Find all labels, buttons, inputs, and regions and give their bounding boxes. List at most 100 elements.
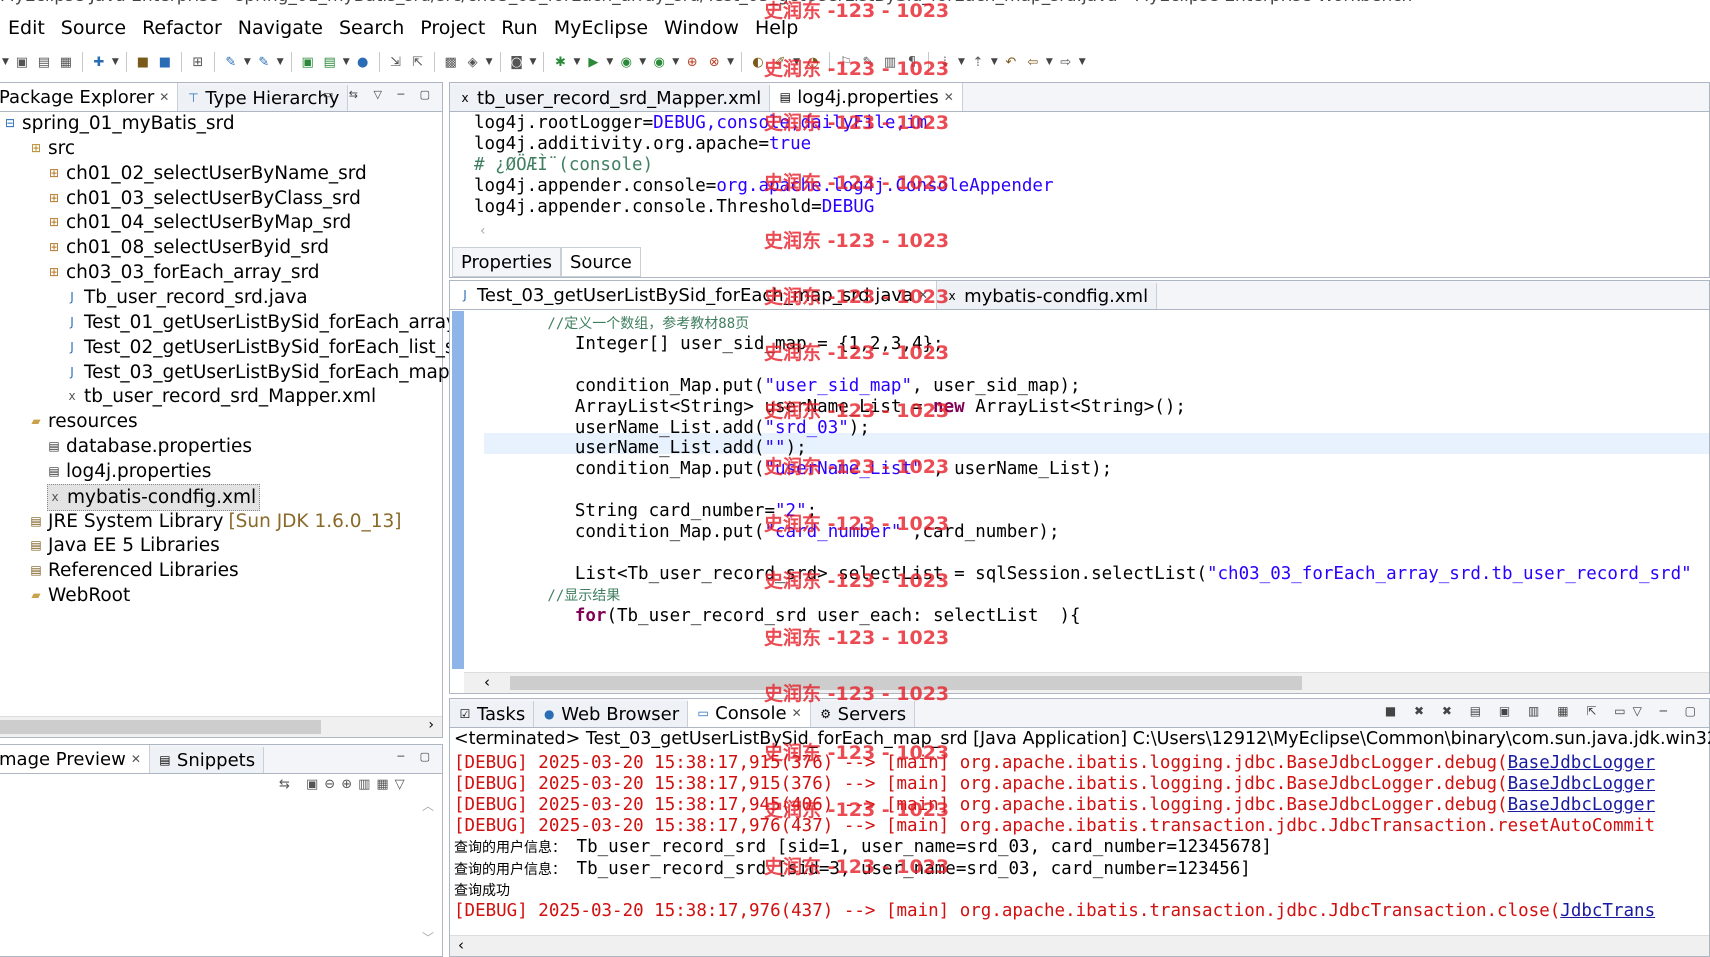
- next-annotation-icon[interactable]: ⇣: [936, 53, 954, 71]
- source-link[interactable]: BaseJdbcLogger: [1508, 774, 1656, 794]
- dropdown-arrow-icon[interactable]: ▼: [991, 57, 998, 67]
- tree-item[interactable]: ▤ JRE System Library [Sun JDK 1.6.0_13]: [29, 509, 401, 534]
- close-icon[interactable]: ✕: [792, 706, 802, 720]
- profile-icon[interactable]: ⊗: [705, 53, 723, 71]
- dropdown-arrow-icon[interactable]: ▼: [573, 57, 580, 67]
- scrollbar-thumb[interactable]: [510, 676, 1302, 690]
- tab-source[interactable]: Source: [560, 247, 641, 277]
- image-icon[interactable]: ▩: [442, 53, 460, 71]
- block-select-icon[interactable]: ▥: [881, 53, 899, 71]
- tab-log4j-properties[interactable]: ▤ log4j.properties ✕: [770, 83, 963, 111]
- scroll-right-icon[interactable]: ›: [428, 717, 434, 733]
- tree-item[interactable]: ▰ resources: [29, 409, 137, 434]
- tree-item[interactable]: x tb_user_record_srd_Mapper.xml: [65, 384, 376, 409]
- run-icon[interactable]: ▶: [584, 53, 602, 71]
- globe-icon[interactable]: ●: [354, 53, 372, 71]
- close-icon[interactable]: ✕: [159, 90, 169, 104]
- refactor-icon[interactable]: ⇲: [387, 53, 405, 71]
- run-external-icon[interactable]: ◉: [617, 53, 635, 71]
- highlight-icon[interactable]: ✎: [859, 53, 877, 71]
- open-task-icon[interactable]: ✐: [771, 53, 789, 71]
- tab-tasks[interactable]: ☑ Tasks: [450, 701, 535, 727]
- tab-test03-java[interactable]: J Test_03_getUserListBySid_forEach_map_s…: [450, 281, 938, 309]
- show-whitespace-icon[interactable]: ¶: [903, 53, 921, 71]
- horizontal-scrollbar[interactable]: ‹: [450, 935, 1709, 956]
- source-link[interactable]: BaseJdbcLogger: [1508, 753, 1656, 773]
- tree-item[interactable]: ⊞ ch01_03_selectUserByClass_srd: [47, 186, 361, 211]
- tab-console[interactable]: ▭ Console ✕: [688, 699, 811, 727]
- tab-snippets[interactable]: ▤ Snippets: [149, 747, 265, 773]
- scroll-left-icon[interactable]: ‹: [458, 936, 464, 954]
- dropdown-arrow-icon[interactable]: ▼: [530, 57, 537, 67]
- new-wizard-icon[interactable]: ✚: [90, 53, 108, 71]
- tree-item[interactable]: ▰ WebRoot: [29, 583, 130, 608]
- package-icon[interactable]: ■: [134, 53, 152, 71]
- save-all-icon[interactable]: ▤: [35, 53, 53, 71]
- dropdown-arrow-icon[interactable]: ▼: [1079, 57, 1086, 67]
- tab-image-preview[interactable]: mage Preview ✕: [0, 745, 150, 773]
- tree-item[interactable]: ⊞ ch03_03_forEach_array_srd: [47, 260, 320, 285]
- dropdown-arrow-icon[interactable]: ▼: [639, 57, 646, 67]
- open-type-icon[interactable]: ◐: [749, 53, 767, 71]
- dropdown-arrow-icon[interactable]: ▼: [793, 57, 800, 67]
- dropdown-arrow-icon[interactable]: ▼: [727, 57, 734, 67]
- deploy-icon[interactable]: ✎: [222, 53, 240, 71]
- close-icon[interactable]: ✕: [918, 288, 928, 302]
- tab-servers[interactable]: ⚙ Servers: [810, 701, 916, 727]
- view-controls[interactable]: ─ ▢: [397, 750, 436, 763]
- tree-item[interactable]: ⊞ ch01_02_selectUserByName_srd: [47, 161, 367, 186]
- tree-item[interactable]: ⊞ src: [29, 136, 75, 161]
- forward-icon[interactable]: ⇨: [1057, 53, 1075, 71]
- vertical-scrollbar[interactable]: ︿ ﹀: [422, 797, 438, 946]
- tree-item[interactable]: ⊞ ch01_08_selectUserByid_srd: [47, 235, 329, 260]
- dropdown-arrow-icon[interactable]: ▼: [1046, 57, 1053, 67]
- tab-web-browser[interactable]: ● Web Browser: [534, 701, 689, 727]
- console-toolbar[interactable]: ■ ✖ ✖ ▤ ▣ ▥ ▦ ⇱ ▭▽ ─ ▢: [1385, 704, 1703, 718]
- scroll-left-icon[interactable]: ‹: [484, 673, 490, 691]
- source-link[interactable]: BaseJdbcLogger: [1508, 795, 1656, 815]
- coverage-icon[interactable]: ◉: [650, 53, 668, 71]
- menu-item-search[interactable]: Search: [331, 17, 412, 39]
- camera-icon[interactable]: ◙: [508, 53, 526, 71]
- tree-item[interactable]: ▤ Java EE 5 Libraries: [29, 533, 219, 558]
- dropdown-arrow-icon[interactable]: ▼: [958, 57, 965, 67]
- tab-mapper-xml[interactable]: x tb_user_record_srd_Mapper.xml: [450, 85, 771, 111]
- debug-icon[interactable]: ✱: [551, 53, 569, 71]
- tree-item[interactable]: J Tb_user_record_srd.java: [65, 285, 307, 310]
- tree-item[interactable]: x mybatis-condfig.xml: [47, 483, 261, 511]
- print-icon[interactable]: ▦: [57, 53, 75, 71]
- server-icon[interactable]: ⊞: [189, 53, 207, 71]
- dropdown-arrow-icon[interactable]: ▼: [277, 57, 284, 67]
- ejb-icon[interactable]: ▤: [321, 53, 339, 71]
- save-icon[interactable]: ▣: [13, 53, 31, 71]
- dropdown-arrow-icon[interactable]: ▼: [672, 57, 679, 67]
- dropdown-arrow-icon[interactable]: ▼: [112, 57, 119, 67]
- scrollbar-thumb[interactable]: [0, 720, 321, 734]
- java-code-area[interactable]: //定义一个数组，参考教材88页 Integer[] user_sid_map …: [480, 311, 1709, 669]
- menu-item-edit[interactable]: Edit: [0, 17, 53, 39]
- tree-item[interactable]: J Test_02_getUserListBySid_forEach_list_s…: [65, 335, 496, 360]
- annotation-icon[interactable]: ⚐: [837, 53, 855, 71]
- menu-item-help[interactable]: Help: [747, 17, 806, 39]
- tree-item[interactable]: ⊞ ch01_04_selectUserByMap_srd: [47, 210, 351, 235]
- scroll-left-icon[interactable]: ‹: [480, 223, 486, 239]
- dropdown-arrow-icon[interactable]: ▼: [244, 57, 251, 67]
- menu-item-refactor[interactable]: Refactor: [134, 17, 230, 39]
- tree-item[interactable]: J Test_01_getUserListBySid_forEach_array_…: [65, 310, 493, 335]
- run-server-icon[interactable]: ✎: [255, 53, 273, 71]
- tab-properties[interactable]: Properties: [452, 247, 561, 277]
- dropdown-arrow-icon[interactable]: ▼: [606, 57, 613, 67]
- menu-item-myeclipse[interactable]: MyEclipse: [546, 17, 656, 39]
- tree-item[interactable]: ▤ log4j.properties: [47, 459, 211, 484]
- copy-icon[interactable]: ⇱: [409, 53, 427, 71]
- menu-item-run[interactable]: Run: [493, 17, 545, 39]
- search-icon[interactable]: ◔: [804, 53, 822, 71]
- properties-code-area[interactable]: log4j.rootLogger=DEBUG,console,dailyFile…: [474, 111, 1709, 231]
- horizontal-scrollbar[interactable]: ›: [0, 716, 442, 737]
- class-icon[interactable]: ■: [156, 53, 174, 71]
- close-icon[interactable]: ✕: [944, 90, 954, 104]
- external-tools-icon[interactable]: ⊕: [683, 53, 701, 71]
- tree-item[interactable]: ⊟ spring_01_myBatis_srd: [3, 111, 235, 136]
- back-icon[interactable]: ⇦: [1024, 53, 1042, 71]
- source-link[interactable]: JdbcTrans: [1560, 901, 1655, 921]
